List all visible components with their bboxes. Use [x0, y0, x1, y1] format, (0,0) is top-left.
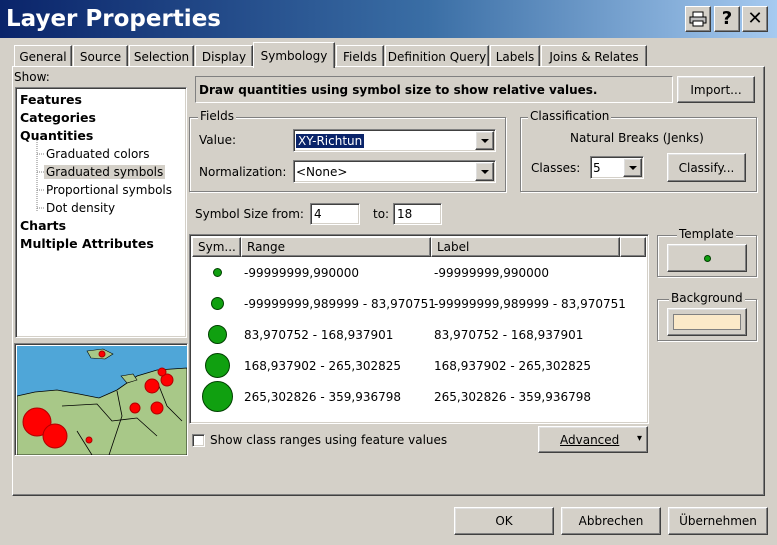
- chevron-down-icon: [480, 169, 489, 174]
- tab-definition-query[interactable]: Definition Query: [385, 45, 489, 67]
- template-label: Template: [677, 227, 736, 241]
- symbol-swatch[interactable]: [211, 297, 224, 310]
- value-dropdown[interactable]: XY-Richtun: [293, 129, 496, 152]
- value-label: Value:: [199, 133, 236, 147]
- class-table[interactable]: Sym... Range Label -99999999,990000 -999…: [189, 234, 649, 424]
- normalization-dropdown[interactable]: <None>: [293, 160, 496, 183]
- range-cell[interactable]: 265,302826 - 359,936798: [244, 381, 401, 412]
- ok-button[interactable]: OK: [454, 507, 554, 535]
- table-row[interactable]: -99999999,990000 -99999999,990000: [192, 257, 646, 288]
- tree-quantities[interactable]: Quantities: [20, 128, 93, 144]
- table-row[interactable]: 83,970752 - 168,937901 83,970752 - 168,9…: [192, 319, 646, 350]
- title-bar[interactable]: Layer Properties ? ✕: [0, 0, 777, 38]
- show-label: Show:: [14, 70, 50, 84]
- classes-dropdown-button[interactable]: [623, 158, 642, 177]
- symbol-size-from-label: Symbol Size from:: [195, 207, 304, 221]
- template-symbol-icon: [703, 254, 711, 262]
- label-cell[interactable]: 83,970752 - 168,937901: [434, 319, 583, 350]
- table-row[interactable]: 168,937902 - 265,302825 168,937902 - 265…: [192, 350, 646, 381]
- advanced-button-label: Advanced: [560, 432, 620, 447]
- tree-graduated-symbols[interactable]: Graduated symbols: [44, 164, 166, 180]
- map-preview: [14, 343, 188, 456]
- classification-method: Natural Breaks (Jenks): [570, 131, 704, 145]
- tree-multiple-attributes[interactable]: Multiple Attributes: [20, 236, 154, 252]
- normalization-dropdown-button[interactable]: [475, 162, 494, 181]
- col-header-label[interactable]: Label: [431, 237, 620, 257]
- col-header-symbol[interactable]: Sym...: [192, 237, 241, 257]
- symbol-swatch[interactable]: [205, 353, 230, 378]
- symbol-swatch[interactable]: [202, 381, 233, 412]
- description-text: Draw quantities using symbol size to sho…: [195, 76, 673, 103]
- col-header-spacer: [620, 237, 646, 257]
- symbol-swatch[interactable]: [213, 268, 222, 277]
- range-cell[interactable]: 83,970752 - 168,937901: [244, 319, 393, 350]
- tree-charts[interactable]: Charts: [20, 218, 66, 234]
- classify-button[interactable]: Classify...: [667, 153, 746, 182]
- normalization-label: Normalization:: [199, 165, 287, 179]
- template-symbol-button[interactable]: [667, 244, 747, 272]
- window-title: Layer Properties: [6, 6, 221, 32]
- close-button[interactable]: ✕: [742, 6, 768, 32]
- tree-connector-lines: [36, 140, 45, 212]
- label-cell[interactable]: 265,302826 - 359,936798: [434, 381, 591, 412]
- tree-categories[interactable]: Categories: [20, 110, 96, 126]
- symbol-size-from-input[interactable]: 4: [310, 203, 360, 225]
- symbol-size-to-input[interactable]: 18: [393, 203, 442, 225]
- cancel-button[interactable]: Abbrechen: [561, 507, 661, 535]
- table-row[interactable]: -99999999,989999 - 83,970751 -99999999,9…: [192, 288, 646, 319]
- tree-graduated-colors[interactable]: Graduated colors: [46, 146, 149, 162]
- chevron-down-icon: [628, 165, 637, 170]
- background-label: Background: [669, 291, 745, 305]
- tree-features[interactable]: Features: [20, 92, 82, 108]
- tree-proportional-symbols[interactable]: Proportional symbols: [46, 182, 172, 198]
- chevron-down-icon: [480, 138, 489, 143]
- classes-label: Classes:: [531, 161, 581, 175]
- value-dropdown-button[interactable]: [475, 131, 494, 150]
- label-cell[interactable]: -99999999,989999 - 83,970751: [434, 288, 626, 319]
- label-cell[interactable]: 168,937902 - 265,302825: [434, 350, 591, 381]
- tab-labels[interactable]: Labels: [490, 45, 540, 67]
- label-cell[interactable]: -99999999,990000: [434, 257, 549, 288]
- value-selected: XY-Richtun: [296, 133, 365, 148]
- help-button[interactable]: ?: [714, 6, 740, 32]
- tab-symbology[interactable]: Symbology: [253, 42, 335, 68]
- range-cell[interactable]: 168,937902 - 265,302825: [244, 350, 401, 381]
- tab-selection[interactable]: Selection: [129, 45, 194, 67]
- tab-display[interactable]: Display: [195, 45, 253, 67]
- tab-fields[interactable]: Fields: [336, 45, 384, 67]
- show-class-ranges-checkbox[interactable]: [192, 434, 205, 447]
- tab-joins-relates[interactable]: Joins & Relates: [541, 45, 647, 67]
- range-cell[interactable]: -99999999,989999 - 83,970751: [244, 288, 436, 319]
- tab-source[interactable]: Source: [73, 45, 128, 67]
- map-preview-image: [16, 346, 188, 456]
- normalization-selected: <None>: [296, 164, 348, 179]
- classes-dropdown[interactable]: 5: [590, 156, 644, 179]
- table-row[interactable]: 265,302826 - 359,936798 265,302826 - 359…: [192, 381, 646, 412]
- tab-general[interactable]: General: [14, 45, 72, 67]
- symbol-swatch[interactable]: [208, 325, 227, 344]
- show-tree[interactable]: Features Categories Quantities Graduated…: [15, 87, 187, 338]
- caret-down-icon: ▾: [636, 433, 642, 444]
- symbol-size-to-label: to:: [373, 207, 390, 221]
- background-swatch: [673, 314, 741, 330]
- fields-group-label: Fields: [198, 109, 236, 123]
- tree-dot-density[interactable]: Dot density: [46, 200, 115, 216]
- printer-icon: [689, 11, 707, 27]
- background-color-button[interactable]: [667, 308, 747, 336]
- classification-group-label: Classification: [528, 109, 612, 123]
- classes-selected: 5: [593, 160, 601, 175]
- advanced-button[interactable]: Advanced ▾: [538, 426, 648, 453]
- apply-button[interactable]: Übernehmen: [668, 507, 768, 535]
- print-button[interactable]: [685, 6, 711, 32]
- import-button[interactable]: Import...: [677, 76, 755, 103]
- show-class-ranges-label[interactable]: Show class ranges using feature values: [210, 433, 447, 447]
- range-cell[interactable]: -99999999,990000: [244, 257, 359, 288]
- col-header-range[interactable]: Range: [241, 237, 431, 257]
